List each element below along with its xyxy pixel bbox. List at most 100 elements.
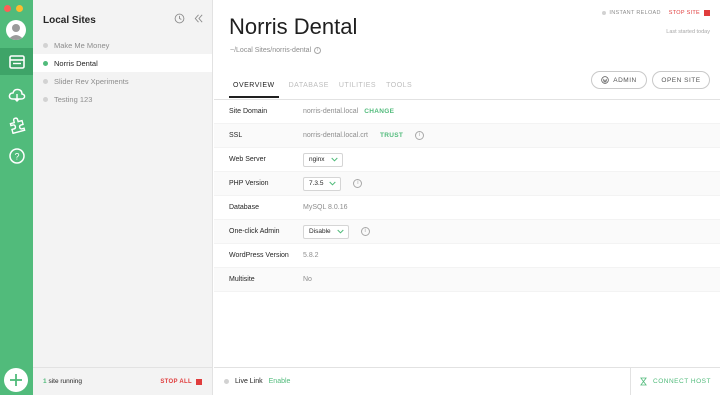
row-label: PHP Version: [229, 180, 269, 187]
site-status-dot: [43, 78, 48, 84]
site-list-item[interactable]: Slider Rev Xperiments: [33, 72, 212, 90]
site-name: Testing 123: [54, 94, 93, 104]
database-value: MySQL 8.0.16: [303, 204, 348, 211]
wordpress-icon: [601, 76, 609, 84]
row-one-click-admin: One-click Admin Disable i: [214, 220, 720, 244]
site-domain-value: norris-dental.local: [303, 108, 359, 115]
site-path-text: ~/Local Sites/norris-dental: [230, 47, 312, 54]
status-dot-icon: [224, 379, 229, 384]
site-path: ~/Local Sites/norris-dental i: [230, 47, 322, 54]
sites-running-status: 1 site running: [43, 378, 82, 385]
row-label: SSL: [229, 132, 243, 139]
live-link: Live Link Enable: [224, 378, 290, 385]
site-list-item[interactable]: Make Me Money: [33, 36, 212, 54]
icon-rail: ?: [0, 0, 33, 395]
live-link-label: Live Link: [235, 378, 263, 385]
avatar[interactable]: [6, 20, 26, 40]
info-icon[interactable]: i: [360, 227, 370, 236]
status-dot-icon: [602, 11, 607, 15]
info-icon[interactable]: i: [314, 47, 322, 54]
web-server-select[interactable]: nginx: [303, 152, 343, 167]
multisite-value: No: [303, 276, 312, 283]
history-icon[interactable]: [174, 13, 185, 24]
select-value: Disable: [309, 228, 331, 235]
sidebar-title: Local Sites: [43, 15, 96, 26]
row-label: Database: [229, 204, 259, 211]
row-site-domain: Site Domain norris-dental.local CHANGE: [214, 100, 720, 124]
cloud-icon[interactable]: [6, 84, 27, 105]
running-text: site running: [48, 378, 83, 385]
wordpress-version-value: 5.8.2: [303, 252, 319, 259]
row-value: Disable i: [303, 224, 370, 239]
connect-icon: [640, 377, 647, 386]
one-click-admin-select[interactable]: Disable: [303, 224, 349, 239]
chevron-down-icon: [329, 181, 337, 186]
stop-all-label: STOP ALL: [160, 378, 192, 385]
help-icon[interactable]: ?: [6, 145, 27, 166]
close-window-button[interactable]: [4, 5, 11, 12]
site-name: Slider Rev Xperiments: [54, 76, 129, 86]
connect-host-button[interactable]: CONNECT HOST: [630, 368, 720, 395]
stop-site-label: STOP SITE: [668, 10, 700, 16]
site-list-item-active[interactable]: Norris Dental: [33, 54, 212, 72]
page-title: Norris Dental: [229, 14, 358, 39]
sites-icon[interactable]: [6, 51, 27, 72]
site-status-dot: [43, 60, 48, 66]
row-value: nginx: [303, 152, 343, 167]
connect-host-label: CONNECT HOST: [653, 378, 711, 385]
select-value: nginx: [309, 156, 325, 163]
site-list-item[interactable]: Testing 123: [33, 90, 212, 108]
tab-tools[interactable]: TOOLS: [386, 82, 412, 98]
sidebar-footer: 1 site running STOP ALL: [33, 367, 212, 395]
admin-label: ADMIN: [613, 76, 637, 84]
trust-ssl-link[interactable]: TRUST: [380, 132, 403, 139]
info-icon[interactable]: i: [415, 131, 425, 140]
chevron-down-icon: [330, 157, 338, 162]
enable-live-link-button[interactable]: Enable: [269, 378, 291, 385]
info-icon[interactable]: i: [353, 179, 363, 188]
add-site-button[interactable]: [4, 368, 28, 392]
stop-site-button[interactable]: STOP SITE: [669, 10, 710, 16]
add-icon: [10, 374, 22, 386]
instant-reload-toggle[interactable]: INSTANT RELOAD: [602, 10, 660, 16]
row-label: Site Domain: [229, 108, 268, 115]
row-label: WordPress Version: [229, 252, 289, 259]
site-controls: INSTANT RELOAD STOP SITE: [602, 10, 710, 16]
chevron-down-icon: [337, 229, 344, 234]
stop-square-icon: [196, 378, 202, 385]
row-php-version: PHP Version 7.3.5 i: [214, 172, 720, 196]
stop-square-icon: [704, 10, 710, 16]
site-detail-panel: Norris Dental ~/Local Sites/norris-denta…: [214, 0, 720, 395]
main-footer: Live Link Enable CONNECT HOST: [214, 367, 720, 395]
last-started-text: Last started today: [666, 29, 710, 35]
row-web-server: Web Server nginx: [214, 148, 720, 172]
tab-database[interactable]: DATABASE: [289, 82, 329, 98]
collapse-icon[interactable]: [193, 13, 204, 24]
site-status-dot: [43, 96, 48, 102]
row-value: norris-dental.local.crt TRUST i: [303, 131, 425, 140]
running-count: 1: [43, 378, 47, 385]
tab-utilities[interactable]: UTILITIES: [339, 82, 376, 98]
row-multisite: Multisite No: [214, 268, 720, 292]
row-database: Database MySQL 8.0.16: [214, 196, 720, 220]
minimize-window-button[interactable]: [16, 5, 23, 12]
tab-overview[interactable]: OVERVIEW: [229, 82, 279, 98]
row-label: Web Server: [229, 156, 266, 163]
site-status-dot: [43, 42, 48, 48]
window-controls: [4, 5, 23, 12]
admin-button[interactable]: ADMIN: [591, 71, 647, 89]
change-domain-link[interactable]: CHANGE: [364, 108, 394, 115]
stop-all-button[interactable]: STOP ALL: [160, 378, 202, 385]
open-site-button[interactable]: OPEN SITE: [652, 71, 710, 89]
select-value: 7.3.5: [309, 180, 324, 187]
addons-icon[interactable]: [6, 114, 27, 135]
php-version-select[interactable]: 7.3.5: [303, 176, 342, 191]
row-label: One-click Admin: [229, 228, 280, 235]
site-name: Norris Dental: [54, 58, 98, 68]
row-value: norris-dental.local CHANGE: [303, 108, 394, 115]
row-wordpress-version: WordPress Version 5.8.2: [214, 244, 720, 268]
tab-bar: OVERVIEW DATABASE UTILITIES TOOLS: [229, 82, 412, 98]
sites-sidebar: Local Sites Make Me Money Norris Dental …: [33, 0, 213, 395]
overview-list: Site Domain norris-dental.local CHANGE S…: [214, 100, 720, 292]
row-value: 7.3.5 i: [303, 176, 363, 191]
